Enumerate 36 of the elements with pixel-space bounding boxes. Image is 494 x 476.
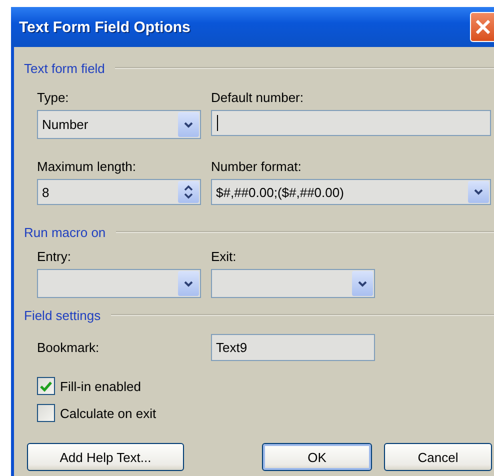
chevron-down-icon xyxy=(358,280,367,286)
field-label: Default number: xyxy=(211,90,304,105)
dropdown[interactable]: Number xyxy=(37,110,201,139)
field-label: Bookmark: xyxy=(37,340,100,355)
close-icon xyxy=(476,20,490,34)
close-button[interactable] xyxy=(470,12,494,42)
spin-field[interactable]: 8 xyxy=(37,179,201,205)
input-field[interactable]: Text9 xyxy=(211,334,375,361)
chevron-down-icon xyxy=(184,280,193,286)
field-label: Entry: xyxy=(37,249,71,264)
field-label: Maximum length: xyxy=(37,159,136,174)
dropdown-button[interactable] xyxy=(178,112,199,137)
dropdown-button[interactable] xyxy=(352,271,373,296)
checkmark-icon xyxy=(40,380,52,392)
chevron-down-icon xyxy=(184,122,193,128)
dialog-button[interactable]: Cancel xyxy=(384,443,492,471)
dropdown[interactable]: $#,##0.00;($#,##0.00) xyxy=(211,179,491,205)
checkbox-label: Calculate on exit xyxy=(60,406,156,420)
field-label: Type: xyxy=(37,90,69,105)
checkbox[interactable] xyxy=(37,377,55,395)
checkbox[interactable] xyxy=(37,404,55,422)
dialog-button[interactable]: OK xyxy=(262,443,372,471)
dialog-button[interactable]: Add Help Text... xyxy=(27,443,184,471)
field-label: Exit: xyxy=(211,249,236,264)
input-field[interactable] xyxy=(211,110,491,136)
group-heading: Run macro on xyxy=(24,224,106,240)
up-down-arrows-icon xyxy=(184,184,193,200)
field-label: Number format: xyxy=(211,159,302,174)
group-heading: Field settings xyxy=(24,308,101,322)
spin-button[interactable] xyxy=(178,181,199,203)
dropdown-button[interactable] xyxy=(468,181,489,203)
checkbox-label: Fill-in enabled xyxy=(60,378,141,394)
group-heading: Text form field xyxy=(24,60,105,76)
window-title: Text Form Field Options xyxy=(19,18,190,36)
chevron-down-icon xyxy=(474,189,483,195)
dropdown-button[interactable] xyxy=(178,271,199,296)
